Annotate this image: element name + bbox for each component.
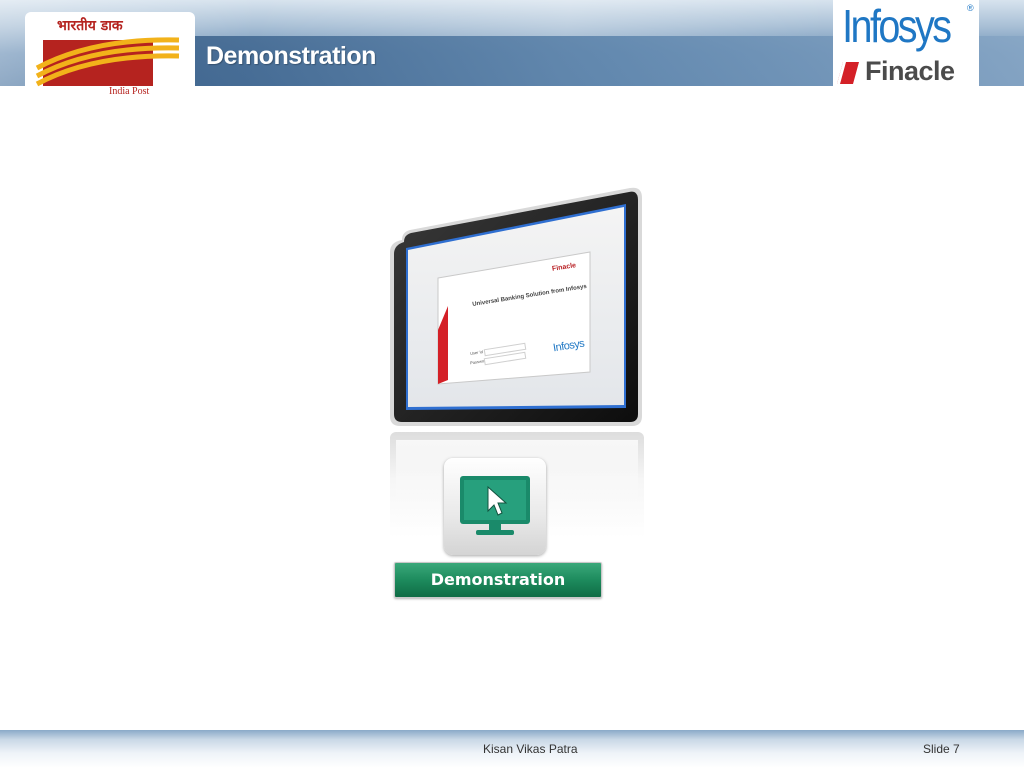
demonstration-button[interactable]: Demonstration (394, 562, 602, 598)
finacle-flag-icon (837, 62, 859, 84)
india-post-hindi-text: भारतीय डाक (57, 18, 123, 34)
tablet-illustration: Finacle Universal Banking Solution from … (380, 180, 650, 440)
india-post-logo: भारतीय डाक India Post (25, 12, 195, 100)
infosys-wordmark: Infosys (842, 0, 952, 52)
footer-title: Kisan Vikas Patra (483, 742, 578, 756)
demo-icon-tile[interactable] (444, 458, 546, 555)
tablet-device-icon (390, 187, 642, 426)
india-post-label: India Post (109, 86, 150, 97)
finacle-wordmark: Finacle (865, 56, 955, 86)
registered-mark: ® (967, 3, 974, 13)
slide-number: Slide 7 (923, 742, 960, 756)
page-title: Demonstration (206, 42, 376, 70)
monitor-cursor-icon (460, 476, 530, 535)
india-post-emblem-icon (35, 37, 180, 87)
infosys-finacle-logo: Infosys ® Finacle (833, 0, 979, 86)
